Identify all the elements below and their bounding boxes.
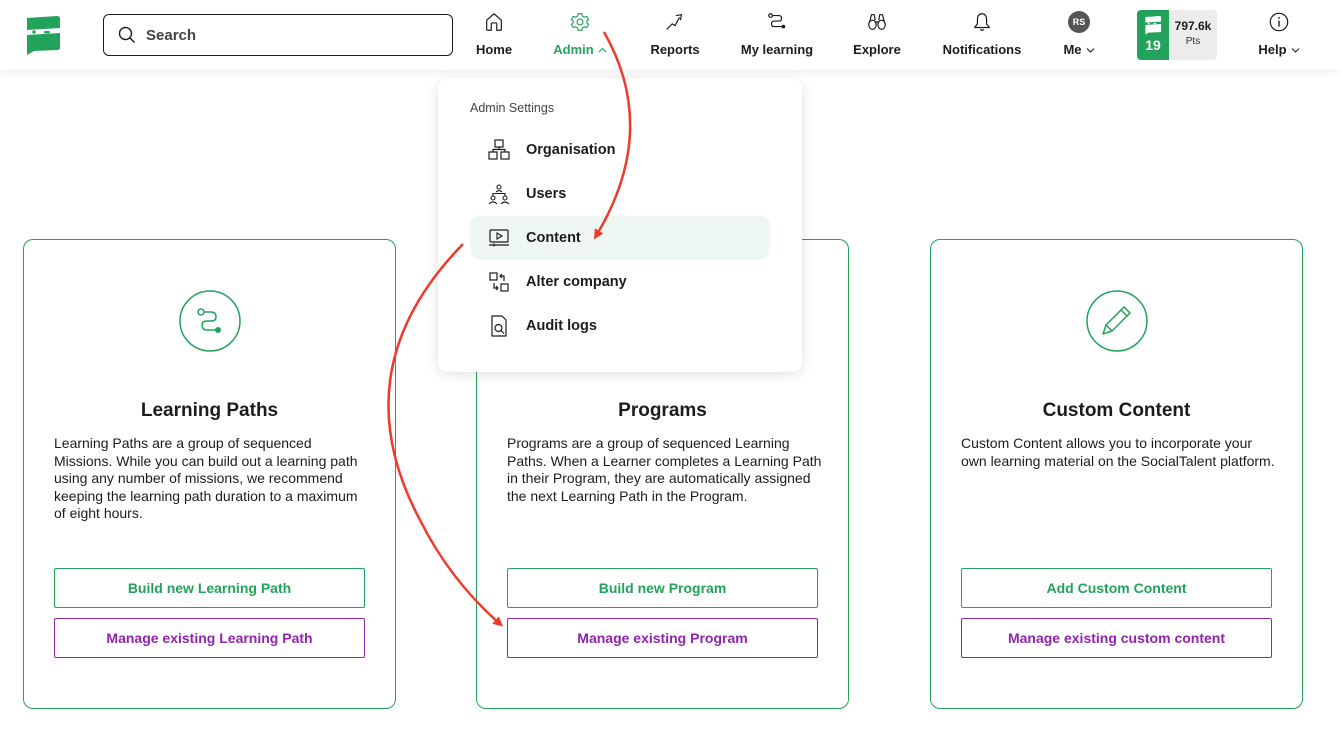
level-badge: 19 bbox=[1137, 10, 1169, 60]
nav-me[interactable]: RS Me bbox=[1060, 10, 1098, 62]
nav-label: Home bbox=[475, 42, 513, 57]
nav-label: Admin bbox=[553, 42, 607, 57]
custom-content-card: Custom Content Custom Content allows you… bbox=[930, 239, 1303, 709]
chevron-up-icon bbox=[598, 47, 607, 52]
search-box[interactable] bbox=[103, 14, 453, 56]
card-description: Programs are a group of sequenced Learni… bbox=[507, 435, 822, 504]
bell-icon bbox=[970, 10, 994, 34]
nav-label: Notifications bbox=[942, 42, 1022, 57]
switch-icon bbox=[488, 271, 510, 293]
menu-item-label: Alter company bbox=[526, 274, 627, 290]
path-icon bbox=[765, 10, 789, 34]
menu-item-alter-company[interactable]: Alter company bbox=[470, 260, 770, 304]
card-description: Learning Paths are a group of sequenced … bbox=[54, 435, 358, 522]
menu-item-audit-logs[interactable]: Audit logs bbox=[470, 304, 770, 348]
menu-item-content[interactable]: Content bbox=[470, 216, 770, 260]
manage-existing-learning-path-button[interactable]: Manage existing Learning Path bbox=[54, 618, 365, 658]
card-title: Learning Paths bbox=[140, 400, 279, 421]
info-icon bbox=[1267, 10, 1291, 34]
card-title: Programs bbox=[618, 400, 707, 421]
home-icon bbox=[482, 10, 506, 34]
users-icon bbox=[488, 183, 510, 205]
search-input[interactable] bbox=[146, 26, 426, 44]
menu-item-users[interactable]: Users bbox=[470, 172, 770, 216]
nav-label: Reports bbox=[650, 42, 700, 57]
avatar: RS bbox=[1068, 11, 1090, 33]
top-navigation-bar: Home Admin Reports My learning Explore N… bbox=[0, 0, 1340, 70]
points-value: 797.6k bbox=[1174, 19, 1212, 33]
build-new-learning-path-button[interactable]: Build new Learning Path bbox=[54, 568, 365, 608]
nav-label: Explore bbox=[853, 42, 901, 57]
nav-admin-label: Admin bbox=[553, 42, 594, 57]
nav-notifications[interactable]: Notifications bbox=[940, 10, 1024, 62]
menu-item-label: Users bbox=[526, 186, 567, 202]
menu-item-label: Organisation bbox=[526, 142, 616, 158]
trend-up-icon bbox=[663, 10, 687, 34]
socialtalent-logo-small bbox=[1145, 16, 1162, 35]
build-new-program-button[interactable]: Build new Program bbox=[507, 568, 818, 608]
gear-icon bbox=[568, 10, 592, 34]
card-description: Custom Content allows you to incorporate… bbox=[961, 435, 1275, 469]
nav-label: My learning bbox=[740, 42, 814, 57]
level-number: 19 bbox=[1145, 37, 1161, 53]
nav-label: Me bbox=[1063, 42, 1094, 57]
org-chart-icon bbox=[488, 139, 510, 161]
path-icon bbox=[179, 290, 241, 352]
menu-item-label: Audit logs bbox=[526, 318, 597, 334]
add-custom-content-button[interactable]: Add Custom Content bbox=[961, 568, 1272, 608]
points-unit: Pts bbox=[1185, 36, 1201, 47]
menu-item-label: Content bbox=[526, 230, 581, 246]
nav-me-label: Me bbox=[1063, 42, 1082, 57]
nav-my-learning[interactable]: My learning bbox=[738, 10, 816, 62]
menu-title: Admin Settings bbox=[470, 101, 555, 115]
manage-existing-custom-content-button[interactable]: Manage existing custom content bbox=[961, 618, 1272, 658]
card-title: Custom Content bbox=[1042, 400, 1191, 421]
nav-admin[interactable]: Admin bbox=[550, 10, 610, 62]
points-badge[interactable]: 19 797.6k Pts bbox=[1137, 10, 1217, 60]
nav-help-label: Help bbox=[1258, 42, 1287, 57]
learning-paths-card: Learning Paths Learning Paths are a grou… bbox=[23, 239, 396, 709]
video-screen-icon bbox=[488, 227, 510, 249]
chevron-down-icon bbox=[1086, 47, 1094, 53]
nav-home[interactable]: Home bbox=[474, 10, 514, 62]
menu-item-organisation[interactable]: Organisation bbox=[470, 128, 770, 172]
binoculars-icon bbox=[865, 10, 889, 34]
socialtalent-logo[interactable] bbox=[24, 14, 62, 56]
nav-reports[interactable]: Reports bbox=[648, 10, 702, 62]
nav-label: Help bbox=[1258, 42, 1299, 57]
chevron-down-icon bbox=[1291, 47, 1299, 53]
pencil-icon bbox=[1086, 290, 1148, 352]
nav-help[interactable]: Help bbox=[1256, 10, 1302, 62]
search-icon bbox=[118, 26, 135, 43]
document-search-icon bbox=[488, 315, 510, 337]
admin-settings-menu: Admin Settings Organisation Users Conten… bbox=[438, 78, 802, 372]
manage-existing-program-button[interactable]: Manage existing Program bbox=[507, 618, 818, 658]
nav-explore[interactable]: Explore bbox=[852, 10, 902, 62]
